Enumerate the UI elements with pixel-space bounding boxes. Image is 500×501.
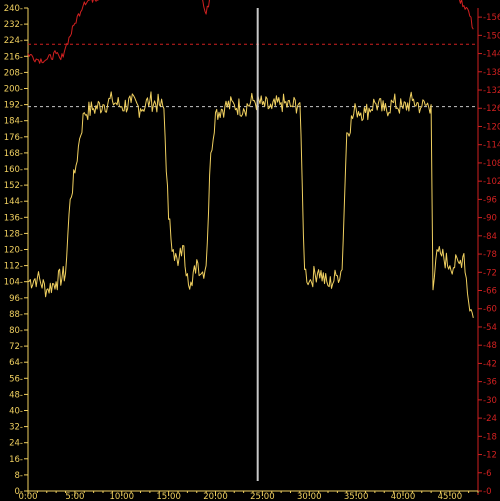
y-right-tick-label: -54 <box>483 323 497 333</box>
y-right-tick-label: -6 <box>483 469 491 479</box>
y-left-tick-label: 80- <box>9 326 23 336</box>
y-left-tick-label: 112- <box>4 262 23 272</box>
y-left-tick-label: 120- <box>4 246 23 256</box>
x-tick-label: 40:00 <box>391 492 416 501</box>
y-left-tick-label: 208- <box>4 68 23 78</box>
y-left-tick-label: 152- <box>4 181 23 191</box>
chart-area: 0-8-16-24-32-40-48-56-64-72-80-88-96-104… <box>0 0 500 501</box>
x-tick-label: 20:00 <box>203 492 228 501</box>
x-tick-label: 35:00 <box>344 492 369 501</box>
y-left-tick-label: 136- <box>4 213 23 223</box>
y-left-tick-label: 128- <box>4 229 23 239</box>
x-tick-label: 25:00 <box>250 492 275 501</box>
y-right-tick-label: -114 <box>483 141 500 151</box>
y-right-tick-label: -78 <box>483 250 497 260</box>
y-right-tick-label: -120 <box>483 122 500 132</box>
y-right-tick-label: -144 <box>483 50 500 60</box>
x-tick-label: 45:00 <box>438 492 463 501</box>
y-left-tick-label: 8- <box>15 471 23 481</box>
y-right-tick-label: -0 <box>483 487 491 497</box>
y-left-tick-label: 200- <box>4 85 23 95</box>
y-left-tick-label: 48- <box>9 390 23 400</box>
y-right-tick-label: -96 <box>483 195 497 205</box>
y-left-tick-label: 64- <box>9 358 23 368</box>
y-left-tick-label: 40- <box>9 407 23 417</box>
y-right-tick-label: -72 <box>483 268 497 278</box>
y-left-tick-label: 168- <box>4 149 23 159</box>
y-right-tick-label: -60 <box>483 305 497 315</box>
y-right-tick-label: -84 <box>483 232 497 242</box>
y-right-tick-label: -48 <box>483 341 497 351</box>
y-left-tick-label: 88- <box>9 310 23 320</box>
y-right-tick-label: -30 <box>483 396 497 406</box>
y-left-tick-label: 144- <box>4 197 23 207</box>
y-left-tick-label: 16- <box>9 455 23 465</box>
x-tick-label: 15:00 <box>156 492 181 501</box>
y-left-tick-label: 160- <box>4 165 23 175</box>
y-right-tick-label: -132 <box>483 86 500 96</box>
y-right-tick-label: -102 <box>483 177 500 187</box>
y-left-tick-label: 240- <box>4 4 23 14</box>
y-left-tick-label: 96- <box>9 294 23 304</box>
y-left-tick-label: 24- <box>9 439 23 449</box>
y-left-tick-label: 104- <box>4 278 23 288</box>
y-right-tick-label: -24 <box>483 414 497 424</box>
y-right-tick-label: -150 <box>483 31 500 41</box>
y-right-tick-label: -12 <box>483 451 497 461</box>
y-left-tick-label: 32- <box>9 423 23 433</box>
x-tick-label: 10:00 <box>110 492 135 501</box>
y-left-tick-label: 224- <box>4 36 23 46</box>
y-right-tick-label: -138 <box>483 68 500 78</box>
y-left-tick-label: 176- <box>4 133 23 143</box>
y-right-tick-label: -108 <box>483 159 500 169</box>
x-tick-label: 5:00 <box>65 492 84 501</box>
y-left-tick-label: 232- <box>4 20 23 30</box>
y-right-tick-label: -36 <box>483 378 497 388</box>
y-left-tick-label: 192- <box>4 101 23 111</box>
y-left-tick-label: 216- <box>4 52 23 62</box>
x-tick-label: 30:00 <box>297 492 322 501</box>
y-left-tick-label: 72- <box>9 342 23 352</box>
x-tick-label: 0:00 <box>18 492 37 501</box>
y-left-tick-label: 56- <box>9 374 23 384</box>
y-right-tick-label: -126 <box>483 104 500 114</box>
y-left-tick-label: 184- <box>4 117 23 127</box>
y-right-tick-label: -42 <box>483 359 497 369</box>
y-right-tick-label: -66 <box>483 287 497 297</box>
y-right-tick-label: -156 <box>483 13 500 23</box>
y-right-tick-label: -18 <box>483 432 497 442</box>
y-right-tick-label: -90 <box>483 214 497 224</box>
